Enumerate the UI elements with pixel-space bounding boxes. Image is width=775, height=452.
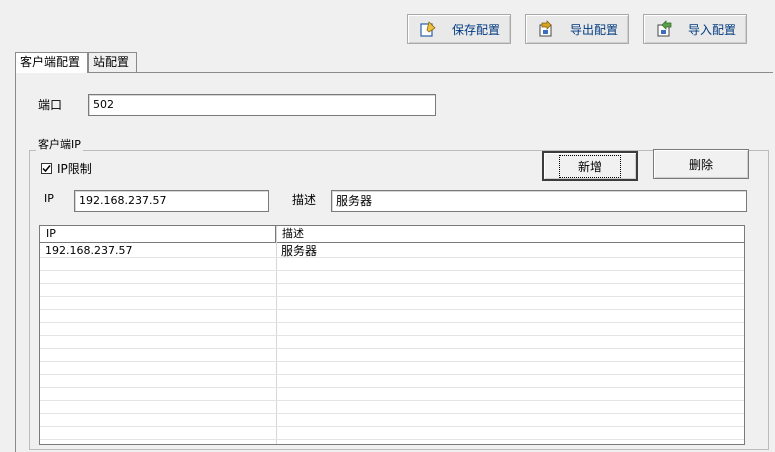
column-header-desc[interactable]: 描述 bbox=[276, 226, 744, 242]
export-config-label: 导出配置 bbox=[570, 22, 619, 37]
delete-button[interactable]: 删除 bbox=[653, 149, 749, 179]
save-config-button[interactable]: 保存配置 bbox=[407, 14, 511, 44]
grid-row-line bbox=[40, 439, 744, 440]
ip-limit-label: IP限制 bbox=[57, 162, 92, 176]
add-button-label: 新增 bbox=[558, 154, 621, 178]
grid-row-line bbox=[40, 413, 744, 414]
grid-row-line bbox=[40, 322, 744, 323]
export-config-button[interactable]: 导出配置 bbox=[525, 14, 629, 44]
grid-row-line bbox=[40, 387, 744, 388]
grid-row-line bbox=[40, 361, 744, 362]
port-label: 端口 bbox=[38, 98, 63, 112]
add-button[interactable]: 新增 bbox=[542, 151, 638, 181]
table-header: IP 描述 bbox=[40, 226, 744, 243]
client-ip-group-title: 客户端IP bbox=[36, 136, 83, 152]
table-row-desc[interactable]: 服务器 bbox=[281, 244, 317, 258]
grid-row-line bbox=[40, 426, 744, 427]
delete-button-label: 删除 bbox=[688, 157, 713, 172]
desc-label: 描述 bbox=[292, 193, 317, 207]
grid-row-line bbox=[40, 283, 744, 284]
grid-row-line bbox=[40, 335, 744, 336]
check-icon bbox=[42, 165, 51, 173]
ip-input[interactable]: 192.168.237.57 bbox=[74, 190, 269, 212]
export-config-icon bbox=[536, 19, 556, 39]
grid-row-line bbox=[40, 296, 744, 297]
grid-row-line bbox=[40, 374, 744, 375]
ip-limit-checkbox[interactable] bbox=[41, 163, 52, 174]
import-config-label: 导入配置 bbox=[688, 22, 737, 37]
save-config-label: 保存配置 bbox=[452, 22, 501, 37]
import-config-icon bbox=[654, 19, 674, 39]
grid-row-line bbox=[40, 400, 744, 401]
grid-row-line bbox=[40, 309, 744, 310]
tab-client-config[interactable]: 客户端配置 bbox=[15, 52, 88, 73]
grid-row-line bbox=[40, 270, 744, 271]
column-header-ip[interactable]: IP bbox=[40, 226, 276, 242]
save-config-icon bbox=[418, 19, 438, 39]
import-config-button[interactable]: 导入配置 bbox=[643, 14, 747, 44]
tab-station-config[interactable]: 站配置 bbox=[88, 52, 137, 72]
desc-input[interactable]: 服务器 bbox=[331, 190, 747, 212]
ip-label: IP bbox=[44, 192, 54, 205]
grid-row-line bbox=[40, 348, 744, 349]
client-ip-table[interactable]: IP 描述 192.168.237.57 服务器 bbox=[39, 225, 745, 445]
grid-row-line bbox=[40, 257, 744, 258]
port-input[interactable]: 502 bbox=[88, 94, 436, 116]
table-row-ip[interactable]: 192.168.237.57 bbox=[45, 244, 132, 258]
